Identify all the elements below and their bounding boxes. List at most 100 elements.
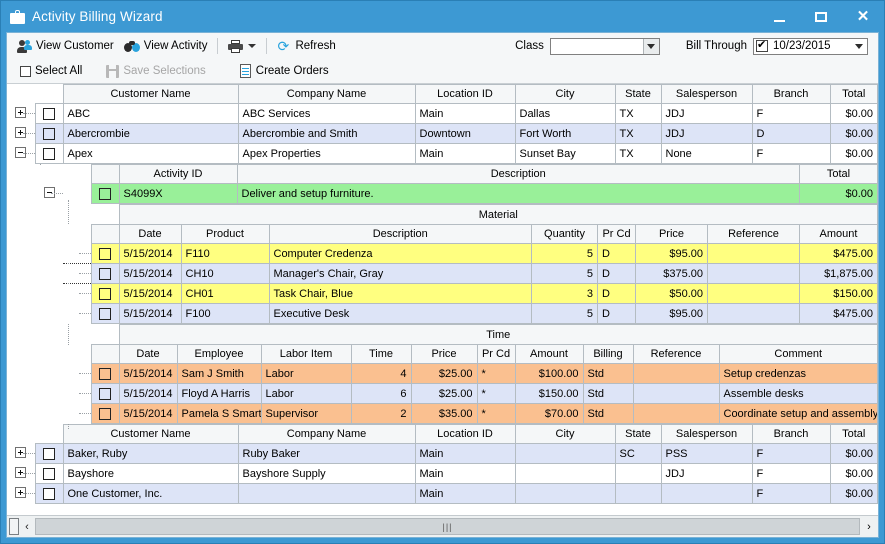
table-row[interactable]: 5/15/2014 CH10 Manager's Chair, Gray 5 D… (63, 263, 878, 284)
col-billing[interactable]: Billing (582, 344, 634, 364)
row-checkbox-cell[interactable] (34, 463, 64, 484)
view-customer-button[interactable]: View Customer (13, 35, 119, 57)
row-checkbox[interactable] (99, 387, 111, 400)
col-customer-name[interactable]: Customer Name (62, 424, 239, 444)
table-row[interactable]: 5/15/2014 Sam J Smith Labor 4 $25.00 * $… (63, 363, 878, 384)
horizontal-scrollbar[interactable]: ‹ ||| › (7, 515, 878, 537)
table-row[interactable]: ABC ABC Services Main Dallas TX JDJ F $0… (7, 103, 878, 124)
col-city[interactable]: City (514, 424, 616, 444)
scrollbar-track[interactable]: ||| (35, 518, 860, 535)
row-checkbox-cell[interactable] (90, 283, 120, 304)
row-checkbox-cell[interactable] (90, 363, 120, 384)
col-location-id[interactable]: Location ID (414, 424, 516, 444)
col-salesperson[interactable]: Salesperson (660, 84, 753, 104)
refresh-button[interactable]: ⟳ Refresh (272, 35, 340, 57)
table-row[interactable]: Abercrombie Abercrombie and Smith Downto… (7, 123, 878, 144)
row-expander[interactable] (7, 443, 35, 464)
row-checkbox-cell[interactable] (34, 143, 64, 164)
row-expander[interactable] (7, 463, 35, 484)
col-state[interactable]: State (614, 424, 662, 444)
class-select[interactable] (549, 37, 660, 55)
col-prcd[interactable]: Pr Cd (597, 224, 636, 244)
create-orders-button[interactable]: Create Orders (235, 60, 334, 82)
row-checkbox[interactable] (99, 367, 111, 380)
chevron-down-icon[interactable] (248, 44, 257, 48)
row-checkbox-cell[interactable] (34, 483, 64, 504)
col-total[interactable]: Total (829, 84, 878, 104)
col-branch[interactable]: Branch (751, 424, 831, 444)
row-expander[interactable] (35, 183, 63, 204)
grid-area[interactable]: Customer Name Company Name Location ID C… (7, 84, 878, 515)
row-checkbox-cell[interactable] (34, 443, 64, 464)
col-amount[interactable]: Amount (799, 224, 878, 244)
row-checkbox-cell[interactable] (34, 123, 64, 144)
col-time[interactable]: Time (350, 344, 412, 364)
col-comment[interactable]: Comment (718, 344, 878, 364)
row-expander[interactable] (7, 103, 35, 124)
col-product[interactable]: Product (180, 224, 270, 244)
row-checkbox[interactable] (99, 407, 111, 420)
row-checkbox-cell[interactable] (34, 103, 64, 124)
table-row[interactable]: 5/15/2014 Floyd A Harris Labor 6 $25.00 … (63, 383, 878, 404)
row-checkbox[interactable] (43, 487, 55, 500)
row-expander[interactable] (7, 123, 35, 144)
col-activity-id[interactable]: Activity ID (118, 164, 238, 184)
col-reference[interactable]: Reference (707, 224, 800, 244)
row-checkbox[interactable] (99, 187, 111, 200)
table-row[interactable]: 5/15/2014 Pamela S Smart Supervisor 2 $3… (63, 403, 878, 424)
col-city[interactable]: City (514, 84, 616, 104)
select-all-checkbox[interactable] (20, 65, 31, 77)
row-checkbox-cell[interactable] (90, 183, 120, 204)
col-salesperson[interactable]: Salesperson (660, 424, 753, 444)
row-checkbox-cell[interactable] (90, 403, 120, 424)
table-row[interactable]: 5/15/2014 F100 Executive Desk 5 D $95.00… (63, 303, 878, 324)
view-activity-button[interactable]: View Activity (119, 35, 213, 57)
row-expander[interactable] (7, 483, 35, 504)
col-state[interactable]: State (614, 84, 662, 104)
col-total[interactable]: Total (799, 164, 878, 184)
col-company-name[interactable]: Company Name (237, 84, 416, 104)
col-description[interactable]: Description (268, 224, 532, 244)
table-row[interactable]: Bayshore Bayshore Supply Main JDJ F $0.0… (7, 463, 878, 484)
scroll-left-button[interactable]: ‹ (19, 518, 35, 535)
row-checkbox-cell[interactable] (90, 303, 120, 324)
col-company-name[interactable]: Company Name (237, 424, 416, 444)
table-row[interactable]: S4099X Deliver and setup furniture. $0.0… (35, 183, 878, 204)
col-price[interactable]: Price (410, 344, 478, 364)
col-location-id[interactable]: Location ID (414, 84, 516, 104)
col-reference[interactable]: Reference (632, 344, 720, 364)
bill-through-datepicker[interactable]: 10/23/2015 (753, 37, 868, 55)
row-checkbox-cell[interactable] (90, 263, 120, 284)
col-prcd[interactable]: Pr Cd (476, 344, 516, 364)
col-price[interactable]: Price (635, 224, 708, 244)
table-row[interactable]: 5/15/2014 F110 Computer Credenza 5 D $95… (63, 243, 878, 264)
row-checkbox[interactable] (99, 287, 111, 300)
bill-through-checkbox[interactable] (756, 38, 768, 52)
print-button[interactable] (223, 35, 261, 57)
col-branch[interactable]: Branch (751, 84, 831, 104)
row-checkbox[interactable] (99, 247, 111, 260)
table-row[interactable]: Baker, Ruby Ruby Baker Main SC PSS F $0.… (7, 443, 878, 464)
col-labor-item[interactable]: Labor Item (260, 344, 352, 364)
col-quantity[interactable]: Quantity (531, 224, 598, 244)
row-checkbox[interactable] (43, 467, 55, 480)
row-checkbox[interactable] (99, 307, 111, 320)
row-checkbox-cell[interactable] (90, 383, 120, 404)
row-checkbox[interactable] (99, 267, 111, 280)
col-amount[interactable]: Amount (514, 344, 584, 364)
row-expander[interactable] (7, 143, 35, 164)
table-row[interactable]: One Customer, Inc. Main F $0.00 (7, 483, 878, 504)
row-checkbox[interactable] (43, 447, 55, 460)
col-customer-name[interactable]: Customer Name (62, 84, 239, 104)
col-date[interactable]: Date (118, 344, 178, 364)
table-row[interactable]: 5/15/2014 CH01 Task Chair, Blue 3 D $50.… (63, 283, 878, 304)
col-employee[interactable]: Employee (176, 344, 262, 364)
scroll-right-button[interactable]: › (860, 518, 878, 535)
col-description[interactable]: Description (236, 164, 800, 184)
row-checkbox[interactable] (43, 147, 55, 160)
col-date[interactable]: Date (118, 224, 182, 244)
maximize-button[interactable] (800, 1, 842, 32)
chevron-down-icon[interactable] (642, 38, 659, 54)
row-checkbox[interactable] (43, 107, 55, 120)
minimize-button[interactable] (758, 1, 800, 32)
